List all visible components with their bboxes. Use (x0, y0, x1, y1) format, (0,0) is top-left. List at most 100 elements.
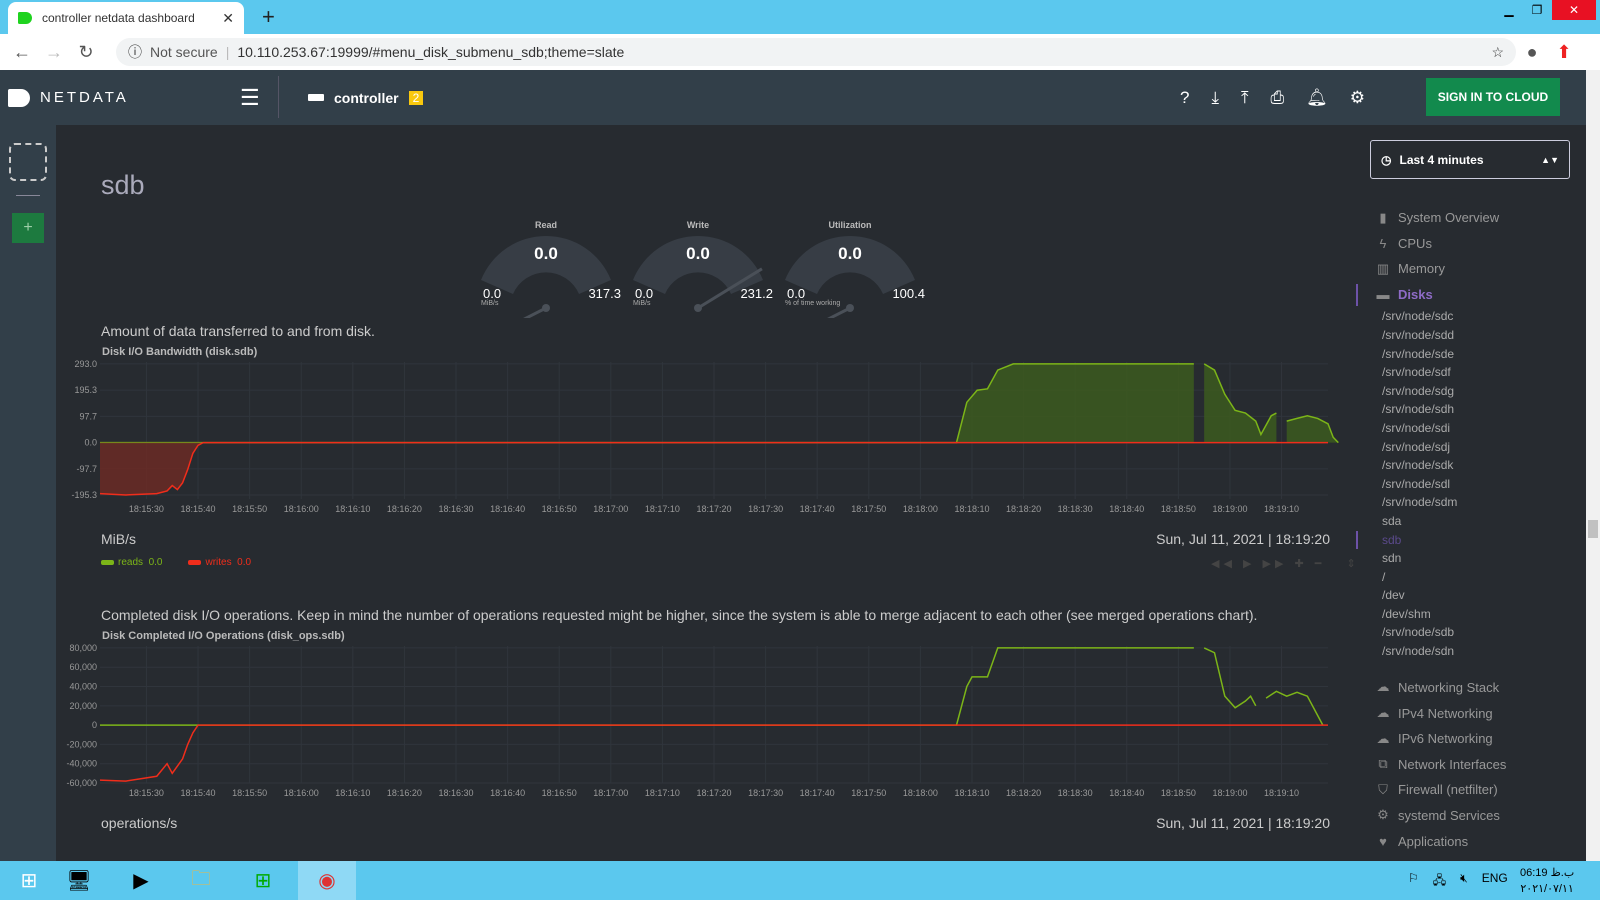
submenu-item[interactable]: /srv/node/sde (1356, 345, 1536, 364)
menu-item-system-overview[interactable]: ▮ System Overview (1356, 205, 1536, 231)
menu-item-network-interfaces[interactable]: ⧉ Network Interfaces (1356, 751, 1536, 777)
store-icon[interactable]: ⊞ (234, 861, 292, 900)
network-icon[interactable]: 🖧︎ (1433, 871, 1446, 892)
scrollbar-thumb[interactable] (1588, 520, 1598, 538)
windows-taskbar: ⊞ 🖥︎ ▶ 🗀 ⊞ ◉ ⚐ 🖧︎ 🔇︎ ENG 06:19 ب.ظ ۲۰۲۱/۰۷/۱… (0, 861, 1600, 900)
submenu-item[interactable]: /srv/node/sdf (1356, 363, 1536, 382)
menu-item-disks[interactable]: ▬ Disks (1356, 282, 1536, 308)
menu-item-memory[interactable]: ▥ Memory (1356, 256, 1536, 282)
x-tick-label: 18:17:50 (851, 788, 886, 798)
cloud-icon: ☁ (1376, 730, 1390, 746)
netdata-logo[interactable]: NETDATA (8, 88, 129, 107)
time-range-picker[interactable]: ◷ Last 4 minutes ▲▼ (1370, 140, 1570, 179)
submenu-item[interactable]: sda (1356, 512, 1536, 531)
submenu-item[interactable]: sdb (1356, 530, 1536, 550)
info-icon[interactable]: ⓘ (128, 42, 142, 62)
sign-in-to-cloud-button[interactable]: SIGN IN TO CLOUD (1426, 78, 1560, 116)
clock[interactable]: 06:19 ب.ظ ۲۰۲۱/۰۷/۱۱ (1520, 865, 1574, 897)
submenu-item[interactable]: /srv/node/sdk (1356, 456, 1536, 475)
hamburger-menu-icon[interactable]: ☰ (240, 85, 260, 111)
menu-item-networking-stack[interactable]: ☁ Networking Stack (1356, 675, 1536, 701)
reload-icon[interactable]: ↻ (70, 42, 102, 63)
flag-icon[interactable]: ⚐ (1408, 871, 1419, 892)
security-label: Not secure (150, 44, 218, 60)
x-tick-label: 18:16:20 (387, 504, 422, 514)
host-selector[interactable]: controller 2 (308, 90, 424, 106)
disk-io-bandwidth-chart[interactable]: 293.0 195.3 97.7 0.0 -97.7 -195.3 18:15:30 18:1… (56, 357, 1346, 527)
upload-icon[interactable]: ⤒ (1241, 88, 1249, 108)
submenu-item[interactable]: /srv/node/sdb (1356, 623, 1536, 642)
url-field[interactable]: ⓘ Not secure | 10.110.253.67:19999/#menu… (116, 38, 1516, 66)
chrome-icon[interactable]: ◉ (298, 861, 356, 900)
netdata-logo-icon (8, 88, 30, 107)
back-icon[interactable]: ← (6, 42, 38, 63)
submenu-item[interactable]: sdn (1356, 549, 1536, 568)
submenu-item[interactable]: /dev (1356, 586, 1536, 605)
forward-icon[interactable]: → (38, 42, 70, 63)
submenu-item[interactable]: /srv/node/sdj (1356, 438, 1536, 457)
url-text: 10.110.253.67:19999/#menu_disk_submenu_s… (237, 44, 625, 60)
x-tick-label: 18:16:30 (438, 504, 473, 514)
volume-muted-icon[interactable]: 🔇︎ (1460, 871, 1468, 892)
x-tick-label: 18:17:00 (593, 788, 628, 798)
gauge-needle (523, 306, 547, 318)
server-manager-icon[interactable]: 🖥︎ (50, 861, 108, 900)
alarm-count-badge[interactable]: 2 (408, 90, 424, 105)
menu-item-applications[interactable]: ♥ Applications (1356, 828, 1536, 854)
x-tick-label: 18:15:30 (129, 504, 164, 514)
gauge-value: 0.0 (686, 244, 710, 263)
menu-item-ipv6-networking[interactable]: ☁ IPv6 Networking (1356, 726, 1536, 752)
restore-button[interactable]: ❐ (1524, 0, 1550, 20)
submenu-item[interactable]: /dev/shm (1356, 605, 1536, 624)
download-icon[interactable]: ⤓ (1211, 88, 1219, 108)
gauge-unit: MiB/s (481, 300, 499, 307)
disk-ops-chart[interactable]: 80,000 60,000 40,000 20,000 0 -20,000 -40,000 -… (56, 641, 1346, 811)
y-tick-label: -195.3 (71, 490, 97, 500)
update-icon[interactable]: ⬆ (1548, 42, 1580, 63)
gauge-value: 0.0 (534, 244, 558, 263)
chart-timestamp: Sun, Jul 11, 2021 | 18:19:20 (1156, 531, 1330, 547)
gauge-max: 100.4 (892, 286, 925, 301)
language-indicator[interactable]: ENG (1482, 871, 1508, 892)
gauge-value: 0.0 (838, 244, 862, 263)
brand-name: NETDATA (40, 89, 129, 106)
space-placeholder[interactable] (9, 143, 47, 181)
chart-toolbox[interactable]: ◀◀ ▶ ▶▶ ✚ ━ ⇕ (1211, 557, 1360, 570)
submenu-item[interactable]: /srv/node/sdd (1356, 326, 1536, 345)
page-scrollbar[interactable] (1586, 70, 1600, 861)
minimize-button[interactable]: ▁ (1496, 0, 1522, 20)
netdata-favicon-icon (18, 12, 32, 24)
submenu-item[interactable]: /srv/node/sdm (1356, 493, 1536, 512)
profile-icon[interactable]: ● (1516, 42, 1548, 63)
menu-item-firewall-netfilter-[interactable]: ⛉ Firewall (netfilter) (1356, 777, 1536, 803)
help-icon[interactable]: ? (1180, 88, 1189, 108)
close-window-button[interactable]: ✕ (1552, 0, 1596, 20)
x-tick-label: 18:15:40 (181, 788, 216, 798)
submenu-item[interactable]: /srv/node/sdn (1356, 642, 1536, 661)
chart-units: operations/s (101, 815, 178, 831)
close-tab-icon[interactable]: ✕ (222, 10, 234, 27)
file-explorer-icon[interactable]: 🗀 (172, 861, 230, 900)
print-icon[interactable]: ⎙ (1271, 88, 1285, 108)
add-space-button[interactable]: + (12, 213, 44, 243)
alarms-bell-icon[interactable]: 🔔︎ (1306, 88, 1328, 108)
submenu-item[interactable]: /srv/node/sdi (1356, 419, 1536, 438)
x-tick-label: 18:17:00 (593, 504, 628, 514)
submenu-item[interactable]: /srv/node/sdg (1356, 382, 1536, 401)
submenu-item[interactable]: /srv/node/sdl (1356, 475, 1536, 494)
browser-tab[interactable]: controller netdata dashboard ✕ (8, 2, 244, 34)
gauge-read: Read 0.0 0.0 317.3 MiB/s (471, 220, 621, 318)
settings-gear-icon[interactable]: ⚙ (1350, 88, 1365, 108)
menu-item-systemd-services[interactable]: ⚙ systemd Services (1356, 803, 1536, 829)
x-tick-label: 18:17:40 (800, 788, 835, 798)
submenu-item[interactable]: / (1356, 568, 1536, 587)
menu-item-ipv4-networking[interactable]: ☁ IPv4 Networking (1356, 700, 1536, 726)
submenu-item[interactable]: /srv/node/sdc (1356, 307, 1536, 326)
legend-reads[interactable]: reads 0.0 (101, 557, 162, 568)
new-tab-button[interactable]: + (262, 4, 275, 30)
menu-item-cpus[interactable]: ϟ CPUs (1356, 231, 1536, 257)
powershell-icon[interactable]: ▶ (112, 861, 170, 900)
legend-writes[interactable]: writes 0.0 (188, 557, 251, 568)
submenu-item[interactable]: /srv/node/sdh (1356, 400, 1536, 419)
bookmark-star-icon[interactable]: ☆ (1491, 44, 1504, 61)
